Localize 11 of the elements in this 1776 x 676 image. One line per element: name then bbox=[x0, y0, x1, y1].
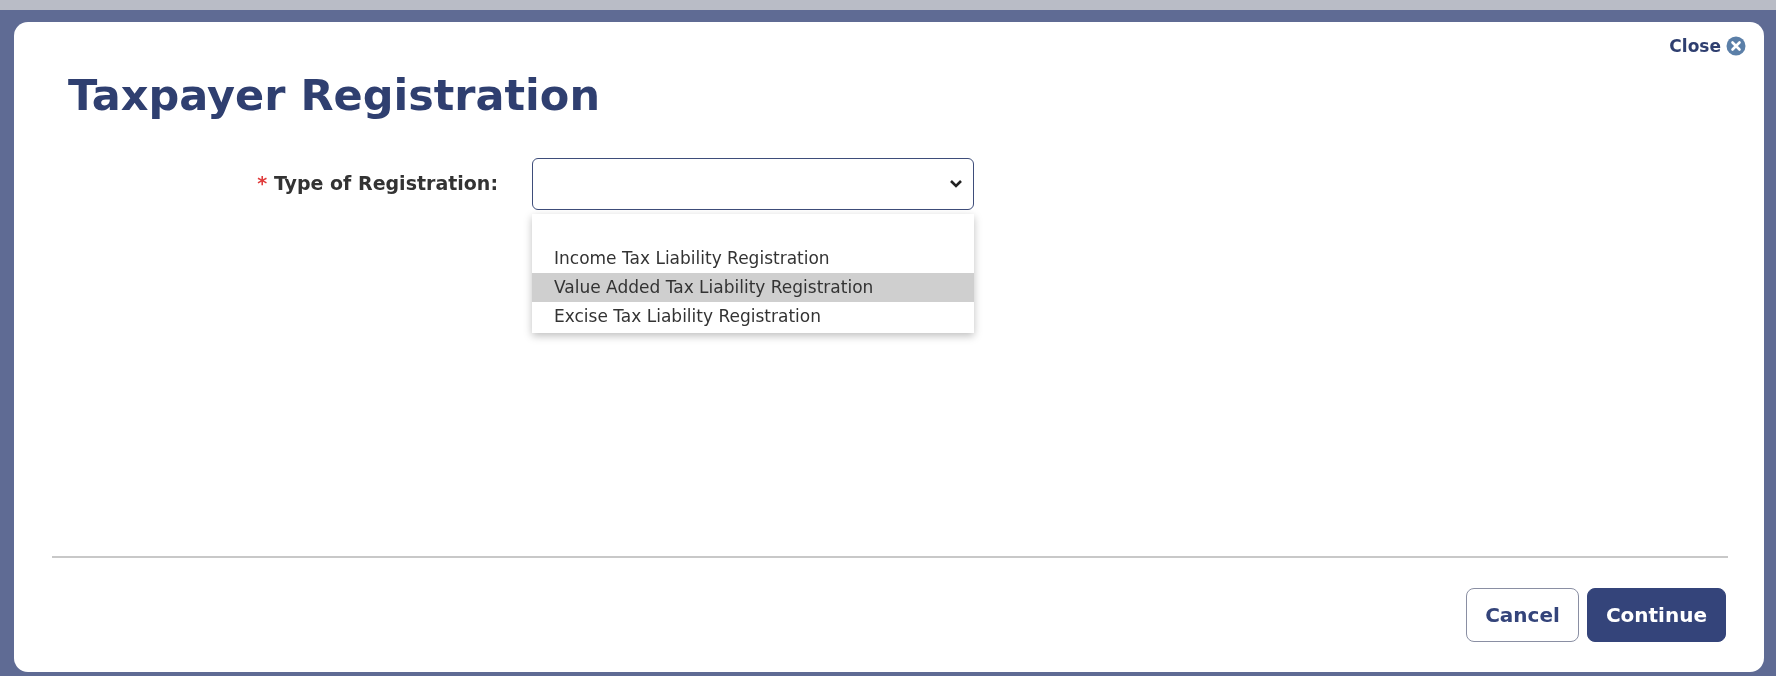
dropdown-option[interactable]: Value Added Tax Liability Registration bbox=[532, 273, 974, 302]
dropdown-option[interactable]: Income Tax Liability Registration bbox=[532, 244, 974, 273]
dropdown-option[interactable]: Excise Tax Liability Registration bbox=[532, 302, 974, 331]
dialog-title: Taxpayer Registration bbox=[68, 70, 600, 120]
cancel-button[interactable]: Cancel bbox=[1466, 588, 1579, 642]
close-link[interactable]: Close bbox=[1669, 36, 1746, 56]
close-icon bbox=[1726, 36, 1746, 56]
field-label: * Type of Registration: bbox=[256, 172, 499, 194]
chevron-down-icon bbox=[949, 179, 963, 189]
registration-type-select[interactable] bbox=[532, 158, 974, 210]
continue-button[interactable]: Continue bbox=[1586, 588, 1726, 642]
